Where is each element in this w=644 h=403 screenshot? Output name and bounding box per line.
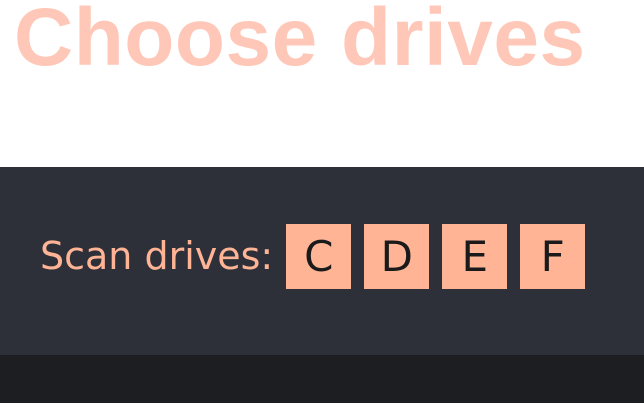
header-area: Choose drives — [0, 0, 644, 167]
drive-list: C D E F — [286, 224, 586, 289]
drive-f-button[interactable]: F — [520, 224, 586, 289]
scan-drives-label: Scan drives: — [40, 234, 274, 278]
drive-e-button[interactable]: E — [442, 224, 508, 289]
drive-c-button[interactable]: C — [286, 224, 352, 289]
scan-panel: Scan drives: C D E F — [0, 167, 644, 355]
bottom-bar — [0, 355, 644, 403]
drive-d-button[interactable]: D — [364, 224, 430, 289]
page-title: Choose drives — [14, 0, 586, 83]
scan-drives-row: Scan drives: C D E F — [40, 224, 586, 289]
